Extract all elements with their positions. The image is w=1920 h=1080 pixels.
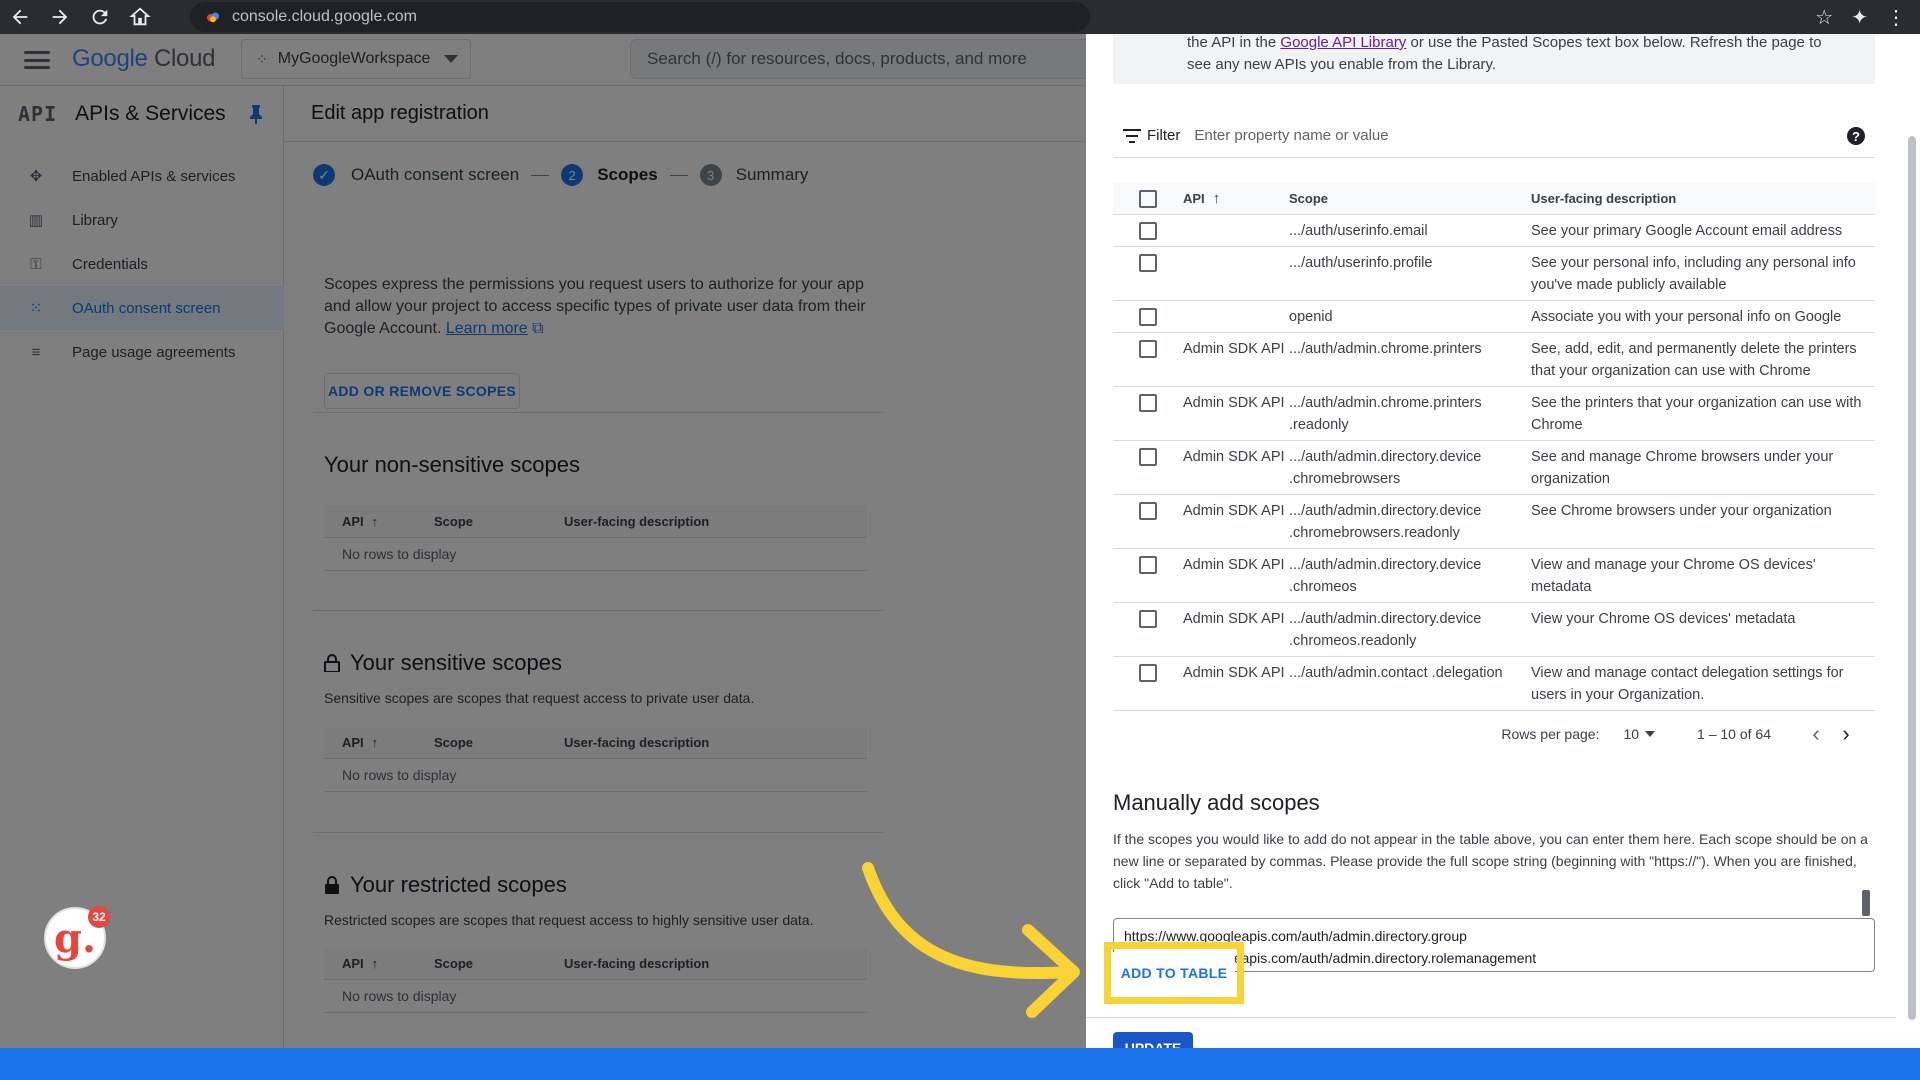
rows-per-page-label: Rows per page: xyxy=(1501,726,1600,742)
notification-badge: 32 xyxy=(88,906,110,928)
cloud-logo-icon xyxy=(207,12,219,23)
page-range: 1 – 10 of 64 xyxy=(1697,726,1771,742)
browser-toolbar: console.cloud.google.com ☆ ✦ ⋮ xyxy=(0,0,1920,34)
manual-scopes-desc: If the scopes you would like to add do n… xyxy=(1113,831,1868,891)
sort-arrow-icon[interactable]: ↑ xyxy=(1213,190,1221,207)
home-icon[interactable] xyxy=(120,0,160,34)
table-row[interactable]: .../auth/userinfo.profile See your perso… xyxy=(1113,247,1875,301)
row-checkbox[interactable] xyxy=(1139,556,1157,574)
rows-per-page-select[interactable]: 10 xyxy=(1623,726,1656,742)
extensions-icon[interactable]: ✦ xyxy=(1851,5,1868,30)
reload-icon[interactable] xyxy=(80,0,120,34)
row-checkbox[interactable] xyxy=(1139,502,1157,520)
prev-page-icon[interactable]: ‹ xyxy=(1801,721,1831,747)
row-checkbox[interactable] xyxy=(1139,340,1157,358)
google-api-library-link[interactable]: Google API Library xyxy=(1280,34,1406,51)
row-checkbox[interactable] xyxy=(1139,394,1157,412)
filter-input[interactable]: Enter property name or value xyxy=(1194,127,1388,144)
forward-icon[interactable] xyxy=(40,0,80,34)
annotation-arrow xyxy=(862,862,1080,1018)
back-icon[interactable] xyxy=(0,0,40,34)
row-checkbox[interactable] xyxy=(1139,308,1157,326)
row-checkbox[interactable] xyxy=(1139,610,1157,628)
filter-bar: Filter Enter property name or value ? xyxy=(1113,114,1875,158)
address-bar[interactable]: console.cloud.google.com xyxy=(190,2,1090,32)
table-row[interactable]: Admin SDK API .../auth/admin.directory.d… xyxy=(1113,495,1875,549)
table-row[interactable]: openid Associate you with your personal … xyxy=(1113,301,1875,333)
chevron-down-icon xyxy=(1645,731,1656,737)
add-to-table-button[interactable]: ADD TO TABLE xyxy=(1113,952,1235,994)
textarea-scrollbar[interactable] xyxy=(1862,890,1870,916)
bookmark-star-icon[interactable]: ☆ xyxy=(1815,5,1833,30)
table-row[interactable]: Admin SDK API .../auth/admin.chrome.prin… xyxy=(1113,333,1875,387)
help-icon[interactable]: ? xyxy=(1847,127,1865,145)
table-row[interactable]: Admin SDK API .../auth/admin.directory.d… xyxy=(1113,549,1875,603)
row-checkbox[interactable] xyxy=(1139,254,1157,272)
filter-icon xyxy=(1123,128,1141,143)
manual-scopes-title: Manually add scopes xyxy=(1113,790,1320,815)
filter-label: Filter xyxy=(1147,127,1181,144)
table-row[interactable]: Admin SDK API .../auth/admin.chrome.prin… xyxy=(1113,387,1875,441)
row-checkbox[interactable] xyxy=(1139,222,1157,240)
row-checkbox[interactable] xyxy=(1139,664,1157,682)
url-text: console.cloud.google.com xyxy=(232,8,418,25)
pagination: Rows per page: 10 1 – 10 of 64 ‹ › xyxy=(1113,714,1875,754)
select-all-checkbox[interactable] xyxy=(1139,189,1157,208)
table-row[interactable]: Admin SDK API .../auth/admin.contact .de… xyxy=(1113,657,1875,711)
table-row[interactable]: Admin SDK API .../auth/admin.directory.d… xyxy=(1113,441,1875,495)
info-text: the API in the Google API Library or use… xyxy=(1187,34,1822,73)
table-row[interactable]: Admin SDK API .../auth/admin.directory.d… xyxy=(1113,603,1875,657)
update-scopes-panel: Filter Enter property name or value ? AP… xyxy=(1086,34,1920,1048)
browser-menu-icon[interactable]: ⋮ xyxy=(1886,5,1906,30)
next-page-icon[interactable]: › xyxy=(1831,721,1861,747)
row-checkbox[interactable] xyxy=(1139,448,1157,466)
table-row[interactable]: .../auth/userinfo.email See your primary… xyxy=(1113,215,1875,247)
scopes-table: API ↑ Scope User-facing description .../a… xyxy=(1113,183,1875,711)
bottom-bar xyxy=(0,1048,1920,1080)
panel-scrollbar[interactable] xyxy=(1908,136,1916,1020)
scopes-table-header: API ↑ Scope User-facing description xyxy=(1113,183,1875,215)
